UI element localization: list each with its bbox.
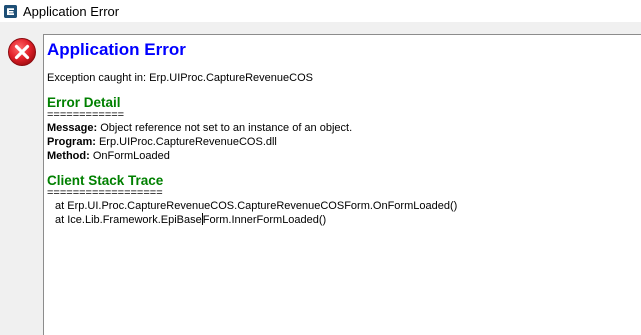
stack-trace-line-2: at Ice.Lib.Framework.EpiBaseForm.InnerFo… — [47, 213, 641, 227]
exception-line: Exception caught in: Erp.UIProc.CaptureR… — [47, 72, 313, 84]
application-error-window: Application Error Application Error Exce… — [0, 0, 641, 335]
message-row: Message: Object reference not set to an … — [47, 121, 641, 135]
title-bar[interactable]: Application Error — [0, 0, 641, 22]
program-row: Program: Erp.UIProc.CaptureRevenueCOS.dl… — [47, 135, 641, 149]
program-label: Program: — [47, 136, 96, 148]
window-title: Application Error — [23, 3, 120, 19]
error-detail-heading: Error Detail — [47, 95, 121, 110]
stack-trace-line-1: at Erp.UI.Proc.CaptureRevenueCOS.Capture… — [55, 200, 458, 212]
app-logo-icon-glyph — [4, 4, 17, 18]
error-icon — [7, 37, 37, 67]
message-label: Message: — [47, 122, 98, 134]
error-content-pane[interactable]: Application Error Exception caught in: E… — [43, 34, 641, 335]
error-heading: Application Error — [47, 40, 186, 59]
stack-trace-separator: ================== — [47, 187, 163, 199]
app-logo-icon — [4, 4, 17, 18]
error-x-icon — [8, 38, 36, 66]
method-label: Method: — [47, 150, 90, 162]
method-value: OnFormLoaded — [89, 150, 170, 162]
program-value: Erp.UIProc.CaptureRevenueCOS.dll — [95, 136, 277, 148]
stack-trace-line-2-part-2: Form.InnerFormLoaded() — [202, 214, 327, 226]
stack-trace-line-2-part-1: at Ice.Lib.Framework.EpiBase — [55, 214, 202, 226]
method-row: Method: OnFormLoaded — [47, 149, 641, 163]
message-value: Object reference not set to an instance … — [97, 122, 353, 134]
error-detail-separator: ============ — [47, 109, 125, 121]
